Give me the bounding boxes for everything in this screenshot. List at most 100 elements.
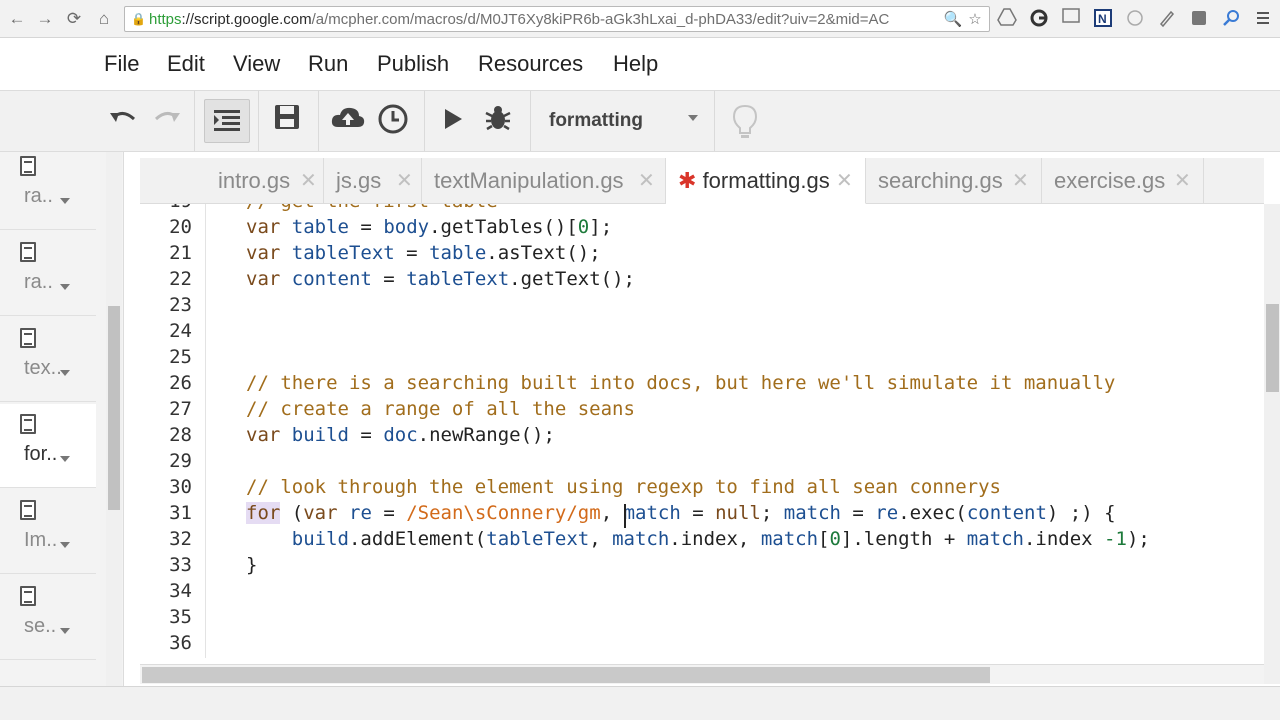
- chevron-down-icon[interactable]: [688, 115, 698, 121]
- url-scheme: https: [149, 11, 182, 28]
- redo-icon[interactable]: [148, 103, 186, 141]
- file-icon: [20, 242, 36, 262]
- editor-horizontal-scrollbar-thumb[interactable]: [142, 667, 990, 683]
- code-line-22: var content = tableText.getText();: [246, 268, 635, 290]
- function-select[interactable]: formatting: [549, 105, 709, 137]
- tab-searching[interactable]: searching.gs ✕: [866, 158, 1042, 204]
- toolbar-divider: [258, 91, 259, 151]
- tab-label: textManipulation.gs: [434, 168, 624, 193]
- chevron-down-icon[interactable]: [60, 456, 70, 462]
- file-item[interactable]: Im..: [0, 490, 96, 574]
- file-list-scrollbar[interactable]: [106, 152, 122, 686]
- modified-indicator-icon: ✱: [678, 168, 697, 193]
- undo-icon[interactable]: [104, 103, 142, 141]
- line-number: 29: [169, 450, 192, 472]
- line-number: 33: [169, 554, 192, 576]
- file-item[interactable]: se..: [0, 576, 96, 660]
- file-icon: [20, 500, 36, 520]
- file-item[interactable]: ra..: [0, 232, 96, 316]
- chevron-down-icon[interactable]: [60, 628, 70, 634]
- url-path: /a/mcpher.com/macros/d/M0JT6Xy8kiPR6b-aG…: [311, 11, 890, 28]
- triggers-clock-icon[interactable]: [374, 103, 412, 141]
- url-text[interactable]: https://script.google.com/a/mcpher.com/m…: [149, 11, 949, 29]
- close-icon[interactable]: ✕: [300, 158, 317, 204]
- bookmark-star-icon[interactable]: ☆: [965, 10, 985, 30]
- deploy-cloud-icon[interactable]: [329, 103, 367, 141]
- back-icon[interactable]: ←: [6, 8, 28, 30]
- search-extension-icon[interactable]: [1220, 8, 1242, 30]
- code-line-32: build.addElement(tableText, match.index,…: [291, 528, 1150, 550]
- toolbar-divider: [714, 91, 715, 151]
- pen-extension-icon[interactable]: [1156, 8, 1178, 30]
- menu-view[interactable]: View: [233, 50, 280, 78]
- forward-icon[interactable]: →: [34, 8, 56, 30]
- file-list-scrollbar-thumb[interactable]: [108, 306, 120, 510]
- save-icon[interactable]: [268, 103, 306, 141]
- indent-button[interactable]: [204, 99, 250, 143]
- menu-help[interactable]: Help: [613, 50, 658, 78]
- menu-run[interactable]: Run: [308, 50, 348, 78]
- line-number: 20: [169, 216, 192, 238]
- line-number: 21: [169, 242, 192, 264]
- editor-vertical-scrollbar[interactable]: [1264, 204, 1280, 684]
- onenote-extension-icon[interactable]: N: [1092, 8, 1114, 30]
- code-line-20: var table = body.getTables()[0];: [246, 216, 613, 238]
- close-icon[interactable]: ✕: [836, 158, 853, 204]
- line-number: 34: [169, 580, 192, 602]
- text-cursor-icon: [624, 504, 626, 528]
- tab-formatting[interactable]: ✱ formatting.gs ✕: [666, 158, 866, 204]
- editor-horizontal-scrollbar[interactable]: [140, 664, 1264, 684]
- google-extension-icon[interactable]: [1028, 8, 1050, 30]
- close-icon[interactable]: ✕: [638, 158, 655, 204]
- url-host: ://script.google.com: [181, 11, 312, 28]
- line-number-gutter: 19 20 21 22 23 24 25 26 27 28 29 30 31 3…: [140, 204, 206, 658]
- file-label: ra..: [24, 271, 53, 293]
- menu-icon[interactable]: [1252, 8, 1274, 30]
- chevron-down-icon[interactable]: [60, 198, 70, 204]
- tab-label: intro.gs: [218, 168, 291, 193]
- line-number: 31: [169, 502, 192, 524]
- zoom-icon[interactable]: 🔍: [943, 10, 963, 30]
- chevron-down-icon[interactable]: [60, 284, 70, 290]
- close-icon[interactable]: ✕: [396, 158, 413, 204]
- editor-vertical-scrollbar-thumb[interactable]: [1266, 304, 1279, 392]
- tab-textmanipulation[interactable]: textManipulation.gs ✕: [422, 158, 666, 204]
- home-icon[interactable]: ⌂: [93, 8, 115, 30]
- run-play-icon[interactable]: [434, 103, 472, 141]
- file-item-active[interactable]: for..: [0, 404, 96, 488]
- circle-extension-icon[interactable]: [1124, 8, 1146, 30]
- file-label: tex..: [24, 357, 62, 379]
- menu-resources[interactable]: Resources: [478, 50, 583, 78]
- drive-extension-icon[interactable]: [996, 8, 1018, 30]
- debug-bug-icon[interactable]: [479, 103, 517, 141]
- address-bar[interactable]: 🔒 https://script.google.com/a/mcpher.com…: [124, 6, 990, 32]
- reload-icon[interactable]: ⟳: [63, 8, 85, 30]
- square-extension-icon[interactable]: [1188, 8, 1210, 30]
- lightbulb-icon[interactable]: [728, 103, 762, 143]
- chevron-down-icon[interactable]: [60, 370, 70, 376]
- file-item[interactable]: ra..: [0, 152, 96, 230]
- toolbar: formatting: [0, 90, 1280, 152]
- toolbar-divider: [424, 91, 425, 151]
- menu-file[interactable]: File: [104, 50, 139, 78]
- menu-edit[interactable]: Edit: [167, 50, 205, 78]
- close-icon[interactable]: ✕: [1012, 158, 1029, 204]
- file-item[interactable]: tex..: [0, 318, 96, 402]
- line-number: 22: [169, 268, 192, 290]
- chevron-down-icon[interactable]: [60, 542, 70, 548]
- cast-icon[interactable]: [1060, 8, 1082, 30]
- file-label: for..: [24, 443, 58, 465]
- code-line-33: }: [246, 554, 258, 576]
- code-editor[interactable]: 19 20 21 22 23 24 25 26 27 28 29 30 31 3…: [140, 204, 1264, 658]
- close-icon[interactable]: ✕: [1174, 158, 1191, 204]
- tab-bar: intro.gs ✕ js.gs ✕ textManipulation.gs ✕…: [140, 158, 1264, 204]
- svg-text:N: N: [1098, 12, 1107, 26]
- file-label: se..: [24, 615, 57, 637]
- code-line-21: var tableText = table.asText();: [246, 242, 601, 264]
- tab-js[interactable]: js.gs ✕: [324, 158, 422, 204]
- tab-exercise[interactable]: exercise.gs ✕: [1042, 158, 1204, 204]
- menu-publish[interactable]: Publish: [377, 50, 449, 78]
- file-icon: [20, 414, 36, 434]
- file-icon: [20, 156, 36, 176]
- tab-intro[interactable]: intro.gs ✕: [206, 158, 324, 204]
